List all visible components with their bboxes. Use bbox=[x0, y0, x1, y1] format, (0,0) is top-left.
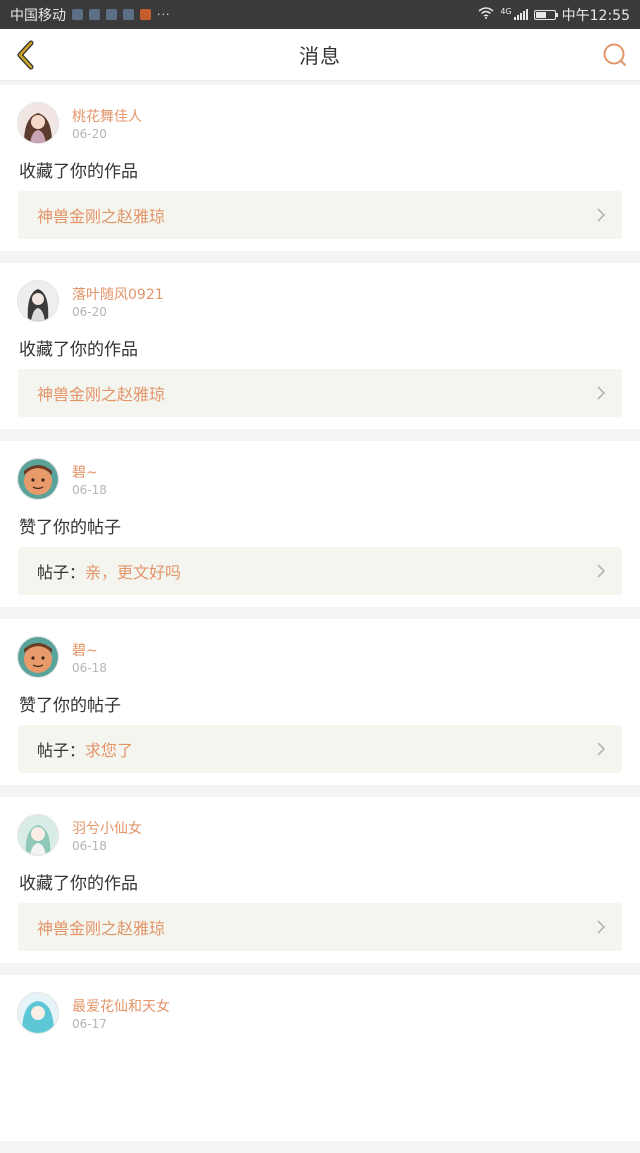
avatar[interactable] bbox=[18, 459, 58, 499]
app-header: 消息 bbox=[0, 29, 640, 81]
wifi-icon bbox=[478, 6, 494, 23]
status-bar: 中国移动 ··· 4G 中午12:55 bbox=[0, 0, 640, 29]
chevron-right-icon bbox=[597, 920, 606, 934]
notification-app-icon bbox=[140, 9, 151, 20]
ref-prefix: 帖子： bbox=[37, 741, 86, 760]
message-action: 赞了你的帖子 bbox=[19, 518, 121, 538]
chevron-right-icon bbox=[597, 208, 606, 222]
notification-app-icon bbox=[106, 9, 117, 20]
message-action: 收藏了你的作品 bbox=[19, 340, 138, 360]
message-card: 羽兮小仙女 06-18 收藏了你的作品 神兽金刚之赵雅琼 bbox=[0, 797, 640, 963]
message-date: 06-18 bbox=[72, 483, 107, 497]
message-action: 赞了你的帖子 bbox=[19, 696, 121, 716]
chevron-right-icon bbox=[597, 386, 606, 400]
search-button[interactable] bbox=[600, 40, 630, 70]
referenced-post-link[interactable]: 帖子： 求您了 bbox=[18, 725, 622, 773]
username[interactable]: 落叶随风0921 bbox=[72, 284, 164, 304]
notification-app-icon bbox=[123, 9, 134, 20]
username[interactable]: 桃花舞佳人 bbox=[72, 106, 142, 126]
notification-app-icon bbox=[72, 9, 83, 20]
ref-title: 神兽金刚之赵雅琼 bbox=[37, 919, 166, 938]
avatar[interactable] bbox=[18, 637, 58, 677]
page-title: 消息 bbox=[299, 44, 341, 68]
avatar[interactable] bbox=[18, 815, 58, 855]
message-date: 06-18 bbox=[72, 661, 107, 675]
username[interactable]: 碧~ bbox=[72, 640, 98, 660]
message-card: 桃花舞佳人 06-20 收藏了你的作品 神兽金刚之赵雅琼 bbox=[0, 85, 640, 251]
ref-title: 求您了 bbox=[85, 741, 134, 760]
message-card: 最爱花仙和天女 06-17 bbox=[0, 975, 640, 1141]
message-date: 06-20 bbox=[72, 305, 107, 319]
referenced-item-link[interactable]: 神兽金刚之赵雅琼 bbox=[18, 191, 622, 239]
message-card: 碧~ 06-18 赞了你的帖子 帖子： 求您了 bbox=[0, 619, 640, 785]
message-card: 落叶随风0921 06-20 收藏了你的作品 神兽金刚之赵雅琼 bbox=[0, 263, 640, 429]
username[interactable]: 碧~ bbox=[72, 462, 98, 482]
message-action: 收藏了你的作品 bbox=[19, 162, 138, 182]
search-icon bbox=[603, 43, 626, 66]
message-card: 碧~ 06-18 赞了你的帖子 帖子： 亲，更文好吗 bbox=[0, 441, 640, 607]
message-date: 06-17 bbox=[72, 1017, 107, 1031]
notification-app-icon bbox=[89, 9, 100, 20]
ref-title: 神兽金刚之赵雅琼 bbox=[37, 207, 166, 226]
username[interactable]: 最爱花仙和天女 bbox=[72, 996, 170, 1016]
back-button[interactable] bbox=[10, 38, 42, 72]
chevron-right-icon bbox=[597, 742, 606, 756]
back-chevron-icon bbox=[17, 40, 34, 70]
network-type: 4G bbox=[500, 7, 512, 16]
message-date: 06-20 bbox=[72, 127, 107, 141]
chevron-right-icon bbox=[597, 564, 606, 578]
carrier-name: 中国移动 bbox=[10, 7, 66, 24]
avatar[interactable] bbox=[18, 103, 58, 143]
avatar[interactable] bbox=[18, 281, 58, 321]
signal-icon bbox=[513, 9, 528, 20]
battery-icon bbox=[533, 9, 558, 20]
message-date: 06-18 bbox=[72, 839, 107, 853]
ref-title: 神兽金刚之赵雅琼 bbox=[37, 385, 166, 404]
ref-title: 亲，更文好吗 bbox=[85, 563, 182, 582]
username[interactable]: 羽兮小仙女 bbox=[72, 818, 142, 838]
clock: 中午12:55 bbox=[561, 7, 630, 24]
referenced-post-link[interactable]: 帖子： 亲，更文好吗 bbox=[18, 547, 622, 595]
avatar[interactable] bbox=[18, 993, 58, 1033]
referenced-item-link[interactable]: 神兽金刚之赵雅琼 bbox=[18, 903, 622, 951]
referenced-item-link[interactable]: 神兽金刚之赵雅琼 bbox=[18, 369, 622, 417]
ref-prefix: 帖子： bbox=[37, 563, 86, 582]
status-bar-right: 4G 中午12:55 bbox=[478, 5, 630, 25]
message-list: 桃花舞佳人 06-20 收藏了你的作品 神兽金刚之赵雅琼 落叶随风0921 06… bbox=[0, 85, 640, 1153]
message-action: 收藏了你的作品 bbox=[19, 874, 138, 894]
status-bar-left: 中国移动 ··· bbox=[10, 5, 171, 25]
more-notifications-indicator: ··· bbox=[157, 8, 171, 21]
